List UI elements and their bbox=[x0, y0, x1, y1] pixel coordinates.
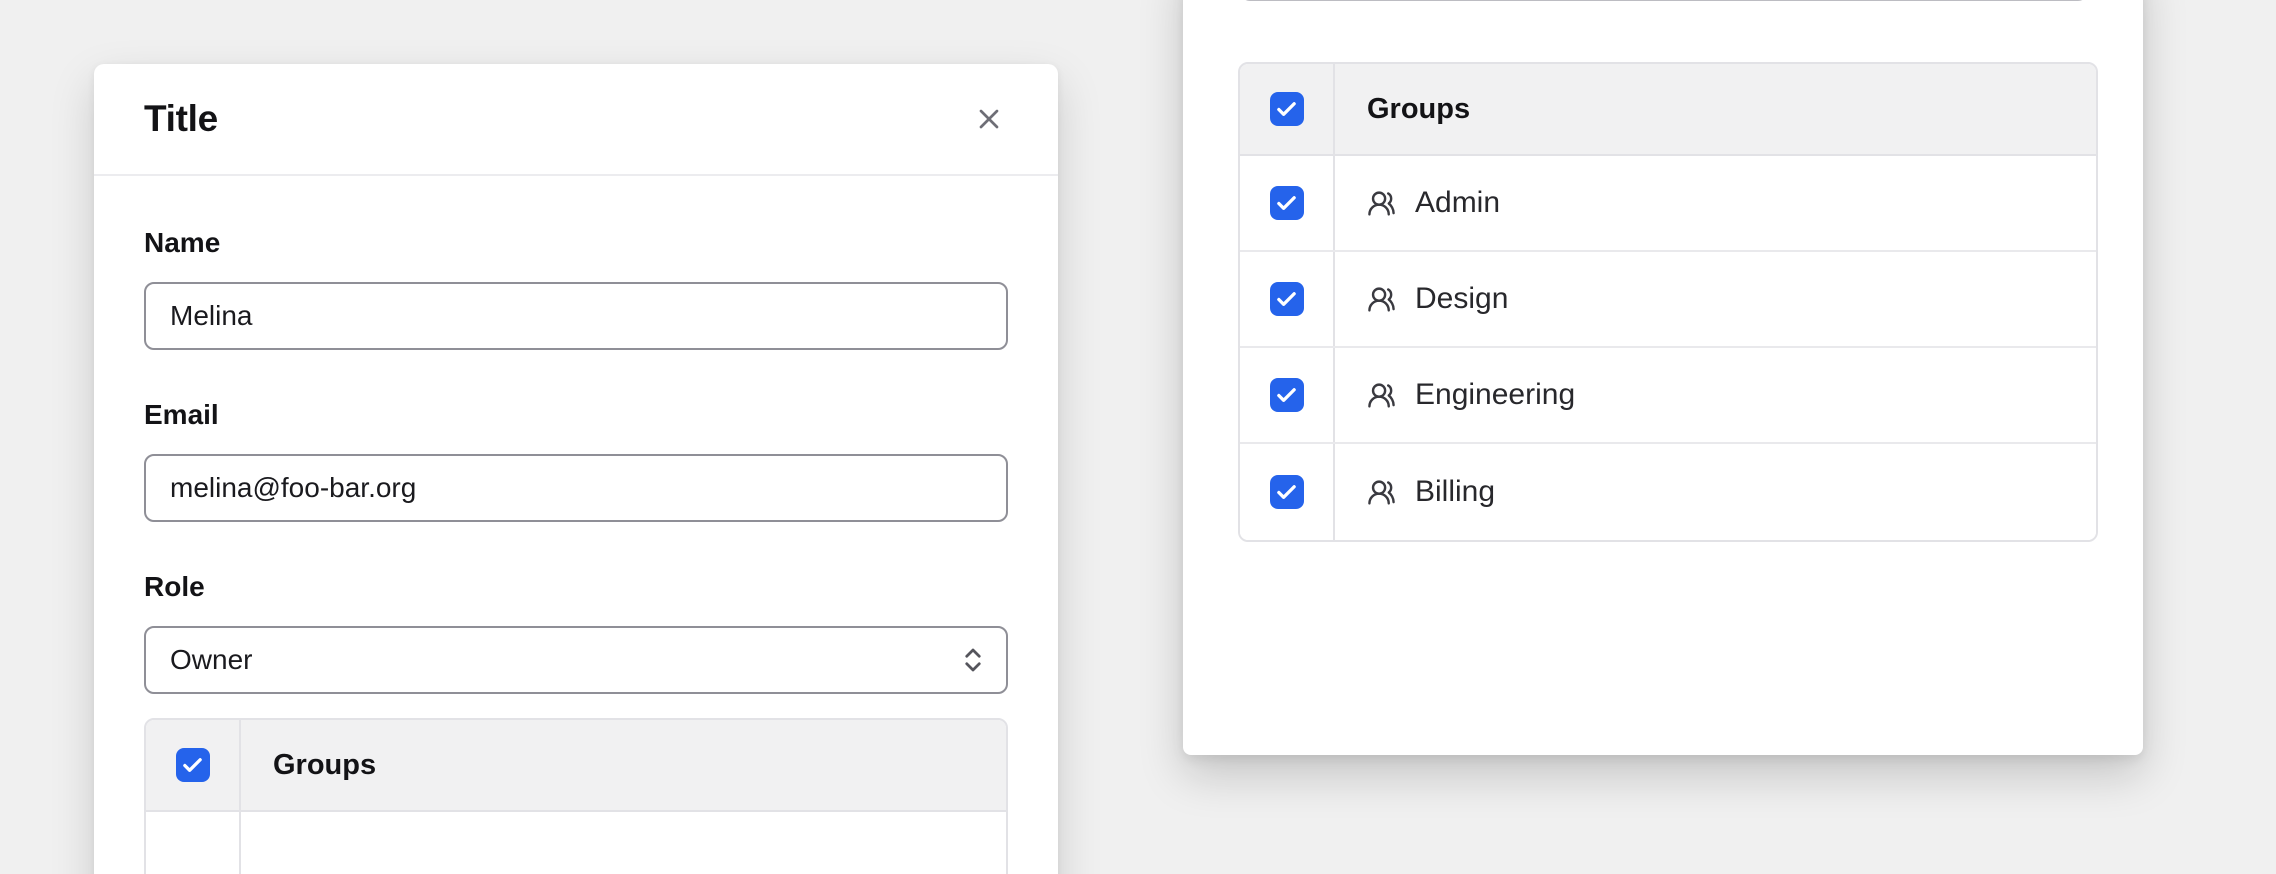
role-label: Role bbox=[144, 570, 1008, 604]
row-label-cell: Design bbox=[1335, 252, 2096, 346]
users-icon bbox=[1367, 381, 1396, 410]
group-row-label: Engineering bbox=[1415, 378, 1575, 412]
groups-table-header: Groups bbox=[146, 720, 1006, 812]
modal-title: Title bbox=[144, 98, 218, 140]
name-field: Name bbox=[144, 226, 1008, 350]
desktop-background: Title Name Email Role Owner bbox=[0, 0, 2276, 874]
name-input[interactable] bbox=[144, 282, 1008, 350]
groups-header-label: Groups bbox=[1335, 64, 1470, 154]
users-icon bbox=[1367, 285, 1396, 314]
groups-select-all-checkbox[interactable] bbox=[176, 748, 210, 782]
check-icon bbox=[1275, 192, 1298, 215]
row-checkbox-cell bbox=[1240, 252, 1335, 346]
row-label-cell: Engineering bbox=[1335, 348, 2096, 442]
select-all-cell bbox=[1240, 64, 1335, 154]
row-checkbox[interactable] bbox=[1270, 282, 1304, 316]
table-row-billing[interactable]: Billing bbox=[1240, 444, 2096, 540]
role-field: Role Owner bbox=[144, 570, 1008, 694]
table-row-admin[interactable]: Admin bbox=[1240, 156, 2096, 252]
row-checkbox-cell bbox=[146, 812, 241, 874]
row-label-cell: Billing bbox=[1335, 444, 2096, 540]
cutoff-select-remnant bbox=[1240, 0, 2088, 1]
role-select[interactable]: Owner bbox=[144, 626, 1008, 694]
check-icon bbox=[1275, 98, 1298, 121]
modal-header: Title bbox=[94, 64, 1058, 176]
close-button[interactable] bbox=[966, 96, 1012, 142]
groups-header-label: Groups bbox=[241, 720, 376, 810]
edit-user-modal: Title Name Email Role Owner bbox=[94, 64, 1058, 874]
name-label: Name bbox=[144, 226, 1008, 260]
group-row-label: Design bbox=[1415, 282, 1508, 316]
check-icon bbox=[1275, 384, 1298, 407]
check-icon bbox=[181, 754, 204, 777]
table-row-design[interactable]: Design bbox=[1240, 252, 2096, 348]
row-checkbox-cell bbox=[1240, 348, 1335, 442]
check-icon bbox=[1275, 481, 1298, 504]
users-icon bbox=[1367, 189, 1396, 218]
row-checkbox[interactable] bbox=[1270, 475, 1304, 509]
group-row-label: Billing bbox=[1415, 475, 1495, 509]
row-label-cell bbox=[241, 812, 1006, 874]
table-row-engineering[interactable]: Engineering bbox=[1240, 348, 2096, 444]
row-checkbox[interactable] bbox=[1270, 186, 1304, 220]
groups-table-header: Groups bbox=[1240, 64, 2096, 156]
row-checkbox-cell bbox=[1240, 444, 1335, 540]
row-checkbox[interactable] bbox=[1270, 378, 1304, 412]
role-select-value: Owner bbox=[170, 644, 252, 676]
groups-table-expanded: Groups Admin bbox=[1238, 62, 2098, 542]
x-icon bbox=[973, 103, 1005, 135]
check-icon bbox=[1275, 288, 1298, 311]
email-field: Email bbox=[144, 398, 1008, 522]
modal-body: Name Email Role Owner bbox=[94, 176, 1058, 874]
groups-select-all-checkbox[interactable] bbox=[1270, 92, 1304, 126]
select-all-cell bbox=[146, 720, 241, 810]
table-row[interactable] bbox=[146, 812, 1006, 874]
row-label-cell: Admin bbox=[1335, 156, 2096, 250]
groups-table: Groups bbox=[144, 718, 1008, 874]
row-checkbox-cell bbox=[1240, 156, 1335, 250]
email-input[interactable] bbox=[144, 454, 1008, 522]
users-icon bbox=[1367, 478, 1396, 507]
scrolled-modal-panel: Groups Admin bbox=[1183, 0, 2143, 755]
chevrons-up-down-icon bbox=[958, 645, 988, 675]
group-row-label: Admin bbox=[1415, 186, 1500, 220]
email-label: Email bbox=[144, 398, 1008, 432]
